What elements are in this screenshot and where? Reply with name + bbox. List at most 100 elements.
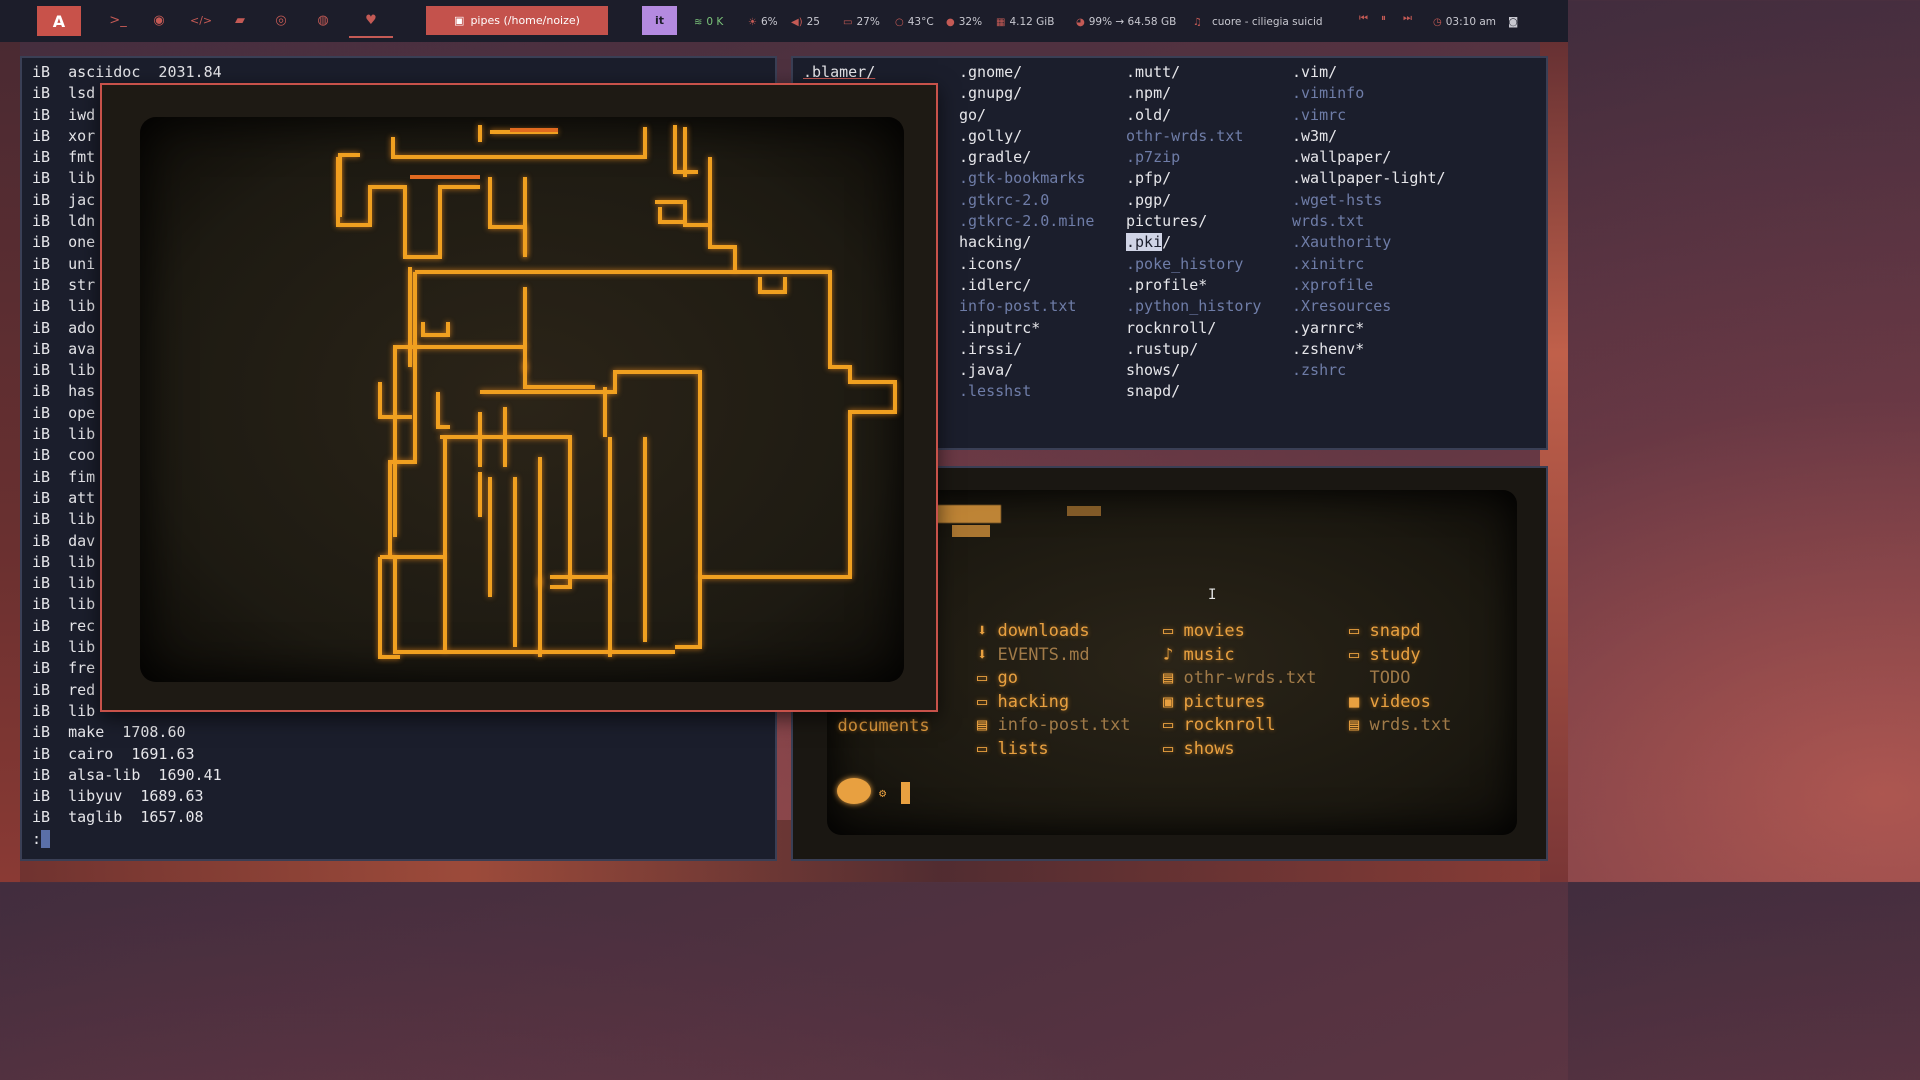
spotify-icon[interactable]: ◎ xyxy=(271,12,291,30)
disk-status: ◕ 99% → 64.58 GB xyxy=(1076,14,1176,30)
pipe-segment xyxy=(421,322,450,337)
terminal-line: iB asciidoc 2031.84 xyxy=(32,63,222,81)
file-type-icon: ▤ xyxy=(1163,668,1184,688)
terminal-prompt[interactable]: : xyxy=(32,829,222,850)
crt-file-name: info-post.txt xyxy=(997,715,1131,735)
file-type-icon: ▭ xyxy=(977,668,998,688)
launcher-logo-glyph: A xyxy=(52,11,66,31)
crt-file-column-3: ▭ snapd ▭ study TODO ■ videos ▤ wrds.txt xyxy=(1349,620,1451,738)
file-entry: .viminfo xyxy=(1292,84,1365,103)
directory-entry: hacking/ xyxy=(959,233,1032,252)
file-entry: .wget-hsts xyxy=(1292,190,1383,209)
directory-entry: .old/ xyxy=(1126,105,1172,124)
terminal-icon[interactable]: >_ xyxy=(108,12,128,30)
path-separator: / xyxy=(1162,233,1172,252)
disk-icon: ◕ xyxy=(1076,16,1085,28)
pipe-segment xyxy=(538,437,612,587)
file-entry: .zshrc xyxy=(1292,361,1347,380)
crt-glitch-block xyxy=(937,505,1001,523)
volume-value: 25 xyxy=(806,16,820,28)
terminal-line: iB alsa-lib 1690.41 xyxy=(32,765,222,784)
directory-entry: .wallpaper-light/ xyxy=(1292,169,1446,188)
directory-entry: pictures/ xyxy=(1126,212,1208,231)
crt-file-entry: ▭ go xyxy=(977,667,1131,691)
crt-file-name: shows xyxy=(1183,738,1235,759)
cpu-value: 32% xyxy=(958,16,983,28)
crt-file-entry: ♪ music xyxy=(1163,644,1317,668)
pipe-segment xyxy=(380,555,675,654)
file-type-icon: ▭ xyxy=(977,738,998,759)
directory-entry: .vim/ xyxy=(1292,63,1338,81)
directory-entry: .pfp/ xyxy=(1126,169,1172,188)
file-entry: .p7zip xyxy=(1126,148,1181,167)
file-entry: wrds.txt xyxy=(1292,212,1365,231)
terminal-line: iB libyuv 1689.63 xyxy=(32,787,204,806)
firefox-icon[interactable]: ◉ xyxy=(149,12,169,30)
directory-entry: .mutt/ xyxy=(1126,63,1181,81)
wallpaper-edge-left xyxy=(0,40,20,882)
layout-indicator[interactable]: it xyxy=(642,6,677,35)
folder-icon[interactable]: ▰ xyxy=(230,12,250,30)
terminal-cursor xyxy=(41,830,51,849)
volume-status[interactable]: ◀) 25 xyxy=(791,14,820,30)
code-icon[interactable]: </> xyxy=(190,12,212,30)
prompt-char: : xyxy=(32,829,42,848)
directory-entry: .pgp/ xyxy=(1126,190,1172,209)
crt-file-entry: ▤ othr-wrds.txt xyxy=(1163,667,1317,691)
top-bar: A >_ ◉ </> ▰ ◎ ◍ ♥ ▣ pipes (/home/noize)… xyxy=(0,0,1568,42)
file-type-icon: ▭ xyxy=(977,691,998,712)
file-entry: .gtk-bookmarks xyxy=(959,169,1086,188)
ls-column-1: .blamer/ xyxy=(803,62,875,83)
crt-file-name: hacking xyxy=(997,691,1070,712)
pipe-segment xyxy=(378,345,595,537)
discord-icon[interactable]: ◙ xyxy=(1508,14,1518,30)
crt-file-entry: ▤ wrds.txt xyxy=(1349,714,1451,738)
crt-file-name: study xyxy=(1369,644,1421,665)
crt-file-name: wrds.txt xyxy=(1369,715,1452,735)
crt-file-entry: ⬇ downloads xyxy=(977,620,1131,644)
pipes-window[interactable] xyxy=(100,83,938,712)
memory-value: 4.12 GiB xyxy=(1009,16,1055,28)
file-type-icon: ▭ xyxy=(1163,738,1184,759)
pipe-segment xyxy=(708,157,737,272)
crt-file-name: videos xyxy=(1369,691,1431,712)
chat-icon[interactable]: ◍ xyxy=(313,12,333,30)
file-type-icon xyxy=(817,716,837,736)
heart-icon[interactable]: ♥ xyxy=(349,12,393,38)
crt-file-column-2: ▭ movies ♪ music ▤ othr-wrds.txt ▣ pictures… xyxy=(1163,620,1317,761)
directory-entry: go/ xyxy=(959,105,987,124)
file-type-icon: ▭ xyxy=(1163,621,1184,641)
directory-entry: .blamer/ xyxy=(803,63,876,81)
crt-file-name: documents xyxy=(837,716,930,736)
clock-icon: ◷ xyxy=(1433,16,1442,28)
directory-entry: .npm/ xyxy=(1126,84,1172,103)
file-entry: .lesshst xyxy=(959,382,1032,401)
cpu-icon: ● xyxy=(946,16,955,28)
file-entry: .zshenv* xyxy=(1292,339,1365,358)
next-track-icon[interactable]: ⏭ xyxy=(1403,13,1412,24)
pipe-segment xyxy=(436,392,507,467)
brightness-value: 6% xyxy=(760,16,778,28)
file-entry: .Xresources xyxy=(1292,297,1392,316)
crt-file-name: TODO xyxy=(1369,668,1411,688)
directory-entry: .gradle/ xyxy=(959,148,1032,167)
pipe-segment xyxy=(488,177,527,257)
active-window-title[interactable]: ▣ pipes (/home/noize) xyxy=(426,6,608,35)
file-entry: .Xauthority xyxy=(1292,233,1392,252)
file-type-icon: ▭ xyxy=(1349,644,1370,665)
file-entry: .inputrc* xyxy=(959,318,1041,337)
previous-track-icon[interactable]: ⏮ xyxy=(1359,13,1368,24)
launcher-logo-button[interactable]: A xyxy=(37,6,81,36)
file-entry: .xinitrc xyxy=(1292,254,1365,273)
pause-icon[interactable]: ⏸ xyxy=(1381,13,1386,24)
crt-file-name: go xyxy=(997,668,1018,688)
battery-status: ▭ 27% xyxy=(843,14,880,30)
crt-file-entry: ▤ info-post.txt xyxy=(977,714,1131,738)
crt-file-entry: documents xyxy=(817,715,930,739)
crt-file-entry: ▭ lists xyxy=(977,738,1131,762)
crt-file-entry: ▣ pictures xyxy=(1163,691,1317,715)
ls-column-2: .gnome/ .gnupg/go/ .golly/ .gradle/ .gtk-boo… xyxy=(959,62,1094,403)
crt-glitch-block xyxy=(952,525,990,537)
pipe-segment xyxy=(478,125,558,142)
music-status[interactable]: ♫ cuore - ciliegia suicid xyxy=(1193,14,1323,30)
